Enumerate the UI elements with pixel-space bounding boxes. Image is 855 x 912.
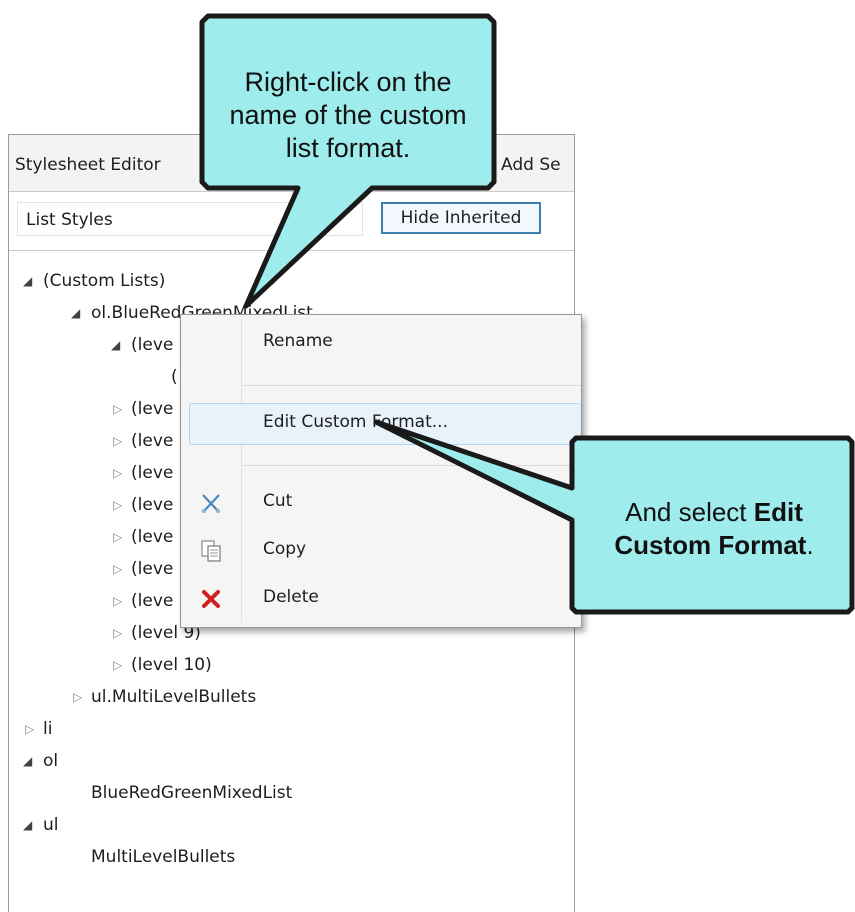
callout-prefix: And select [625,497,754,527]
top-callout-text: Right-click on the name of the custom li… [229,67,467,163]
right-callout-text: And select Edit Custom Format. [582,496,846,562]
callout-suffix: . [806,530,814,560]
